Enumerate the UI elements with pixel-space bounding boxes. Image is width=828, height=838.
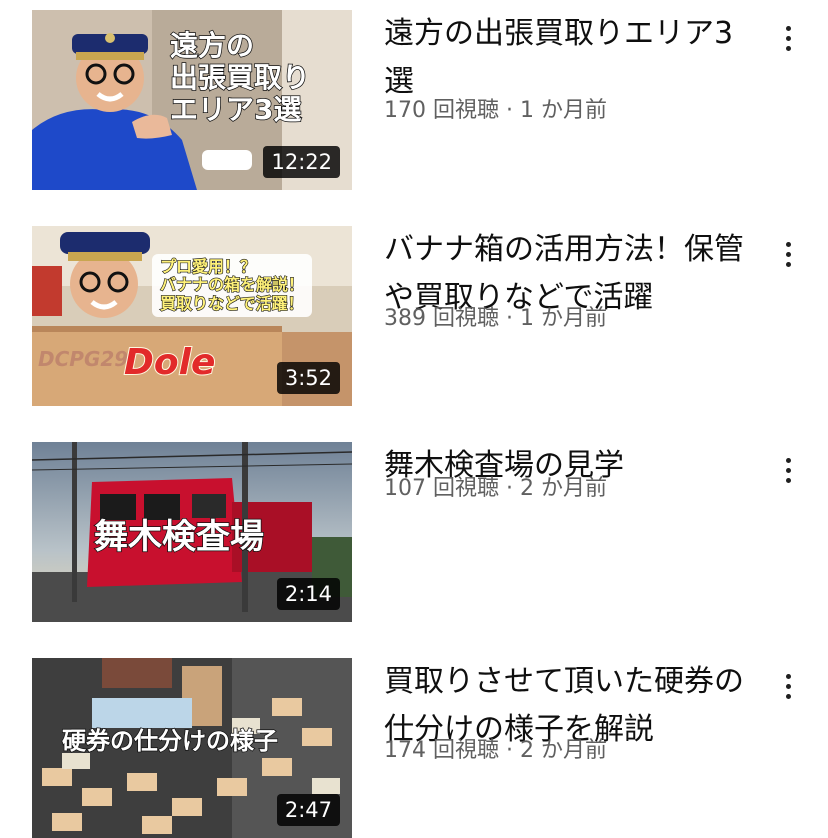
upload-age: 1 か月前 <box>520 98 607 123</box>
view-count: 170 回視聴 <box>384 98 499 123</box>
video-thumbnail[interactable]: プロ愛用！？ バナナの箱を解説！ 買取りなどで活躍！ DCPG29 Dole 3… <box>32 226 352 406</box>
view-count: 389 回視聴 <box>384 306 499 331</box>
duration-badge: 2:47 <box>276 794 340 826</box>
video-item[interactable]: 舞木検査場 2:14 舞木検査場の見学 107 回視聴 · 2 か月前 <box>0 442 828 622</box>
box-code: DCPG29 <box>38 347 129 371</box>
video-meta: 107 回視聴 · 2 か月前 <box>384 470 754 502</box>
video-item[interactable]: 遠方の 出張買取り エリア3選 12:22 遠方の出張買取りエリア3選 170 … <box>0 10 828 190</box>
upload-age: 1 か月前 <box>520 306 607 331</box>
duration-badge: 3:52 <box>276 362 340 394</box>
view-count: 174 回視聴 <box>384 738 499 763</box>
thumbnail-caption: 遠方の 出張買取り エリア3選 <box>169 29 311 127</box>
more-vert-icon[interactable] <box>772 14 804 62</box>
more-vert-icon[interactable] <box>772 230 804 278</box>
thumbnail-caption: 硬券の仕分けの様子 <box>61 727 279 756</box>
thumbnail-caption: 舞木検査場 <box>93 517 265 558</box>
duration-badge: 2:14 <box>276 578 340 610</box>
video-thumbnail[interactable]: 硬券の仕分けの様子 2:47 <box>32 658 352 838</box>
view-count: 107 回視聴 <box>384 476 499 501</box>
meta-separator: · <box>506 738 513 763</box>
video-item[interactable]: プロ愛用！？ バナナの箱を解説！ 買取りなどで活躍！ DCPG29 Dole 3… <box>0 226 828 406</box>
meta-separator: · <box>506 476 513 501</box>
meta-separator: · <box>506 98 513 123</box>
video-meta: 389 回視聴 · 1 か月前 <box>384 300 754 332</box>
upload-age: 2 か月前 <box>520 738 607 763</box>
duration-badge: 12:22 <box>263 146 340 178</box>
upload-age: 2 か月前 <box>520 476 607 501</box>
dole-logo: Dole <box>123 341 216 384</box>
more-vert-icon[interactable] <box>772 662 804 710</box>
meta-separator: · <box>506 306 513 331</box>
more-vert-icon[interactable] <box>772 446 804 494</box>
video-thumbnail[interactable]: 遠方の 出張買取り エリア3選 12:22 <box>32 10 352 190</box>
video-item[interactable]: 硬券の仕分けの様子 2:47 買取りさせて頂いた硬券の仕分けの様子を解説 174… <box>0 658 828 838</box>
video-meta: 174 回視聴 · 2 か月前 <box>384 732 754 764</box>
video-thumbnail[interactable]: 舞木検査場 2:14 <box>32 442 352 622</box>
video-meta: 170 回視聴 · 1 か月前 <box>384 92 754 124</box>
thumbnail-caption: プロ愛用！？ バナナの箱を解説！ 買取りなどで活躍！ <box>152 254 313 318</box>
